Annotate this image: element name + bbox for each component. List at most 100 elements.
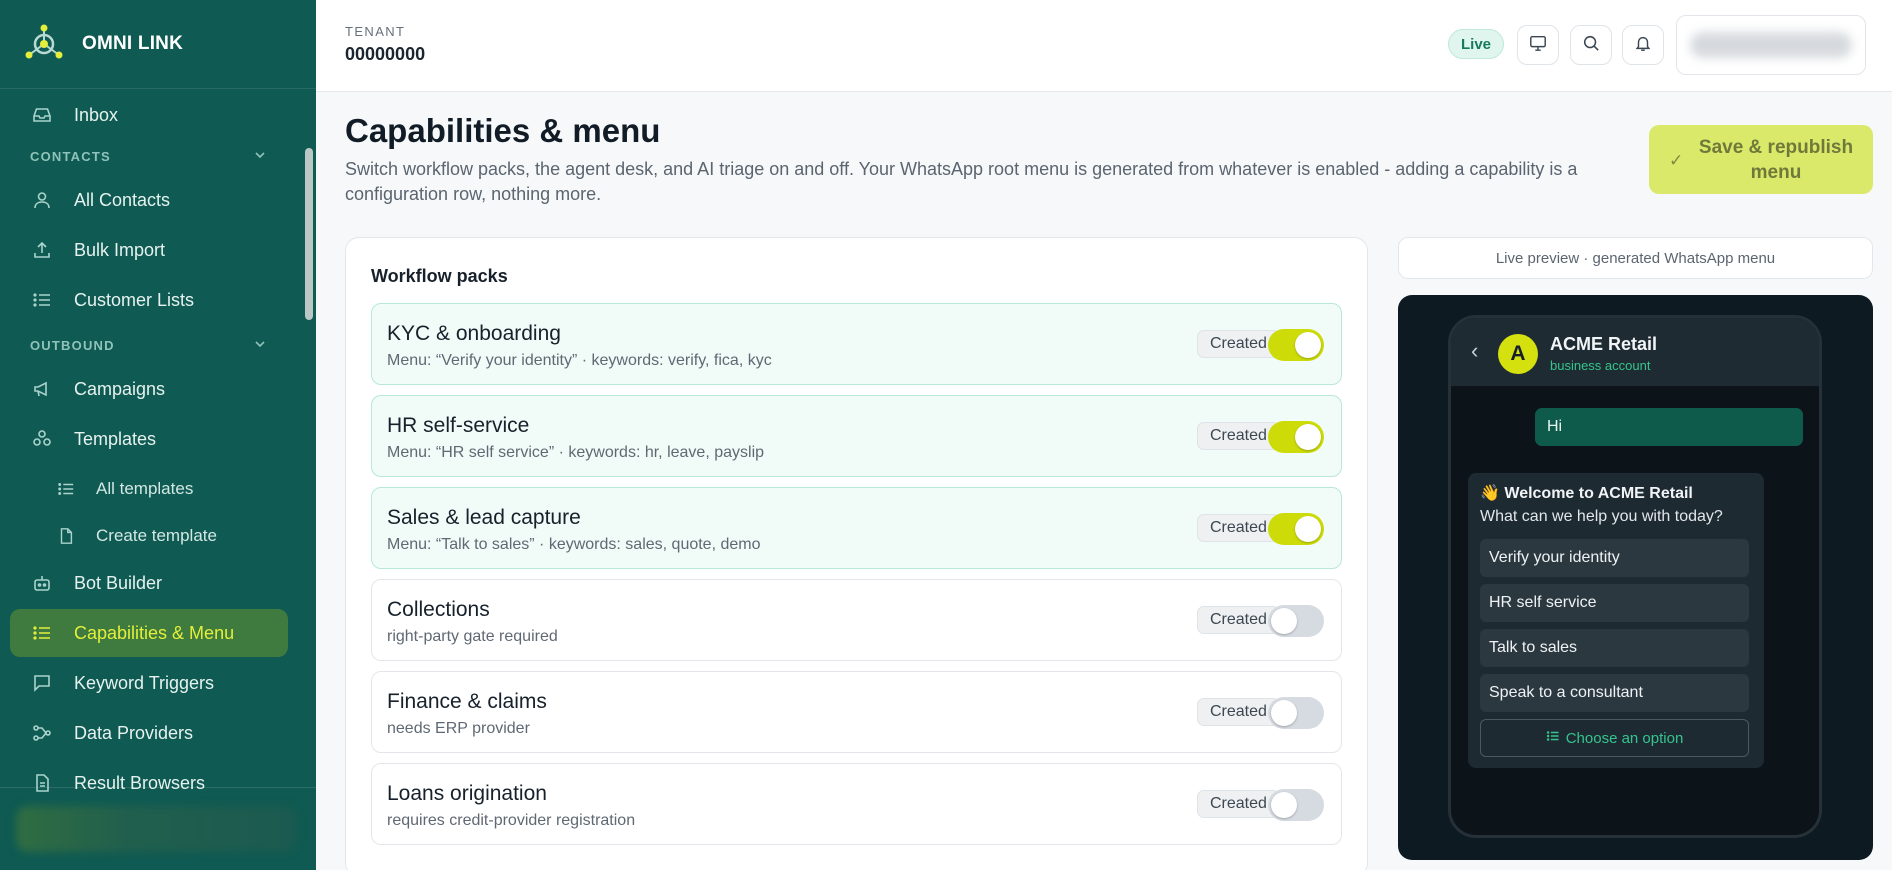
sidebar-item-data-providers[interactable]: Data Providers xyxy=(10,709,288,757)
workflow-packs-panel: Workflow packs KYC & onboarding Menu: “V… xyxy=(345,237,1368,870)
user-icon xyxy=(30,188,54,212)
sidebar-item-label: Customer Lists xyxy=(74,289,195,310)
save-republish-button[interactable]: ✓ Save & republish menu xyxy=(1649,125,1873,194)
section-label: CONTACTS xyxy=(30,148,111,164)
sidebar-item-customer-lists[interactable]: Customer Lists xyxy=(10,276,288,324)
sidebar-item-all-templates[interactable]: All templates xyxy=(40,465,288,513)
sidebar-item-all-contacts[interactable]: All Contacts xyxy=(10,176,288,224)
section-outbound[interactable]: OUTBOUND xyxy=(30,333,266,357)
user-menu[interactable] xyxy=(1676,15,1866,75)
pack-description: Menu: “Talk to sales” · keywords: sales,… xyxy=(387,536,761,553)
panel-title: Workflow packs xyxy=(371,266,508,286)
live-status-badge: Live xyxy=(1448,29,1505,59)
choose-option-label: Choose an option xyxy=(1565,729,1684,747)
page-description: Switch workflow packs, the agent desk, a… xyxy=(345,159,1578,204)
pack-description: Menu: “HR self service” · keywords: hr, … xyxy=(387,444,765,461)
sidebar-nav: Inbox CONTACTS All Contacts Bulk Import … xyxy=(0,89,316,793)
toggle-knob xyxy=(1271,700,1297,726)
choose-option-button[interactable]: Choose an option xyxy=(1480,719,1749,757)
list-icon xyxy=(54,477,78,501)
notifications-button[interactable] xyxy=(1622,25,1664,65)
section-contacts[interactable]: CONTACTS xyxy=(30,144,266,168)
pack-toggle[interactable] xyxy=(1268,329,1324,361)
pack-name: Loans origination xyxy=(387,782,547,805)
blurred-user-name xyxy=(1690,32,1852,58)
monitor-icon xyxy=(1529,34,1547,57)
menu-option[interactable]: Speak to a consultant xyxy=(1480,674,1749,712)
chevron-down-icon xyxy=(254,149,266,164)
phone-mockup: ‹ A ACME Retail business account Hi 👋 We… xyxy=(1448,315,1822,838)
toggle-knob xyxy=(1295,516,1321,542)
menu-option[interactable]: HR self service xyxy=(1480,584,1749,622)
sidebar-item-label: Bulk Import xyxy=(74,239,166,260)
sidebar-scrollbar[interactable] xyxy=(305,148,313,320)
inbox-icon xyxy=(30,103,54,127)
sidebar-item-inbox[interactable]: Inbox xyxy=(10,91,288,139)
sidebar-item-label: Bot Builder xyxy=(74,572,163,593)
live-preview-label: Live preview · generated WhatsApp menu xyxy=(1398,237,1873,279)
file-plus-icon xyxy=(54,524,78,548)
sidebar-item-bot-builder[interactable]: Bot Builder xyxy=(10,559,288,607)
check-icon: ✓ xyxy=(1669,151,1684,170)
sidebar-item-label: Data Providers xyxy=(74,722,194,743)
sidebar-item-campaigns[interactable]: Campaigns xyxy=(10,365,288,413)
section-label: OUTBOUND xyxy=(30,337,115,353)
templates-icon xyxy=(30,427,54,451)
menu-option[interactable]: Verify your identity xyxy=(1480,539,1749,577)
toggle-knob xyxy=(1295,424,1321,450)
top-header: TENANT 00000000 Live xyxy=(316,0,1892,92)
chat-header: ‹ A ACME Retail business account xyxy=(1451,318,1819,386)
upload-icon xyxy=(30,238,54,262)
sidebar-item-label: Keyword Triggers xyxy=(74,672,215,693)
outgoing-message: Hi xyxy=(1535,408,1803,446)
sidebar-item-keyword-triggers[interactable]: Keyword Triggers xyxy=(10,659,288,707)
welcome-text: Welcome to ACME Retail xyxy=(1504,485,1693,502)
sidebar-item-create-template[interactable]: Create template xyxy=(40,512,288,560)
wave-icon: 👋 xyxy=(1480,485,1500,502)
monitor-button[interactable] xyxy=(1517,25,1559,65)
list-icon xyxy=(30,621,54,645)
sidebar: OMNI LINK Inbox CONTACTS All Contacts Bu… xyxy=(0,0,316,870)
pack-toggle[interactable] xyxy=(1268,421,1324,453)
pack-name: KYC & onboarding xyxy=(387,322,561,345)
brand-name: OMNI LINK xyxy=(82,33,184,54)
list-icon xyxy=(1546,729,1560,747)
chevron-down-icon xyxy=(254,338,266,353)
sidebar-item-label: Campaigns xyxy=(74,378,166,399)
pack-row: Sales & lead capture Menu: “Talk to sale… xyxy=(371,487,1342,569)
pack-row: Finance & claims needs ERP provider Crea… xyxy=(371,671,1342,753)
avatar: A xyxy=(1498,334,1538,374)
sidebar-item-bulk-import[interactable]: Bulk Import xyxy=(10,226,288,274)
workflow-icon xyxy=(30,721,54,745)
pack-toggle[interactable] xyxy=(1268,697,1324,729)
bot-icon xyxy=(30,571,54,595)
search-icon xyxy=(1582,34,1600,57)
sidebar-item-label: All Contacts xyxy=(74,189,171,210)
megaphone-icon xyxy=(30,377,54,401)
user-profile[interactable] xyxy=(0,787,316,870)
pack-toggle[interactable] xyxy=(1268,789,1324,821)
back-arrow-icon[interactable]: ‹ xyxy=(1471,338,1478,364)
sidebar-item-templates[interactable]: Templates xyxy=(10,415,288,463)
bell-icon xyxy=(1634,34,1652,57)
sidebar-item-label: Create template xyxy=(96,526,217,545)
incoming-menu-message: 👋 Welcome to ACME Retail What can we hel… xyxy=(1468,473,1764,768)
pack-toggle[interactable] xyxy=(1268,605,1324,637)
message-square-icon xyxy=(30,671,54,695)
pack-description: requires credit-provider registration xyxy=(387,812,636,829)
toggle-knob xyxy=(1271,608,1297,634)
toggle-knob xyxy=(1295,332,1321,358)
welcome-line: 👋 Welcome to ACME Retail xyxy=(1480,483,1693,503)
brand[interactable]: OMNI LINK xyxy=(0,0,316,89)
sidebar-item-label: Inbox xyxy=(74,104,119,125)
menu-option[interactable]: Talk to sales xyxy=(1480,629,1749,667)
pack-row: Collections right-party gate required Cr… xyxy=(371,579,1342,661)
pack-toggle[interactable] xyxy=(1268,513,1324,545)
sidebar-item-capabilities-menu[interactable]: Capabilities & Menu xyxy=(10,609,288,657)
welcome-question: What can we help you with today? xyxy=(1480,508,1723,525)
search-button[interactable] xyxy=(1570,25,1612,65)
pack-description: needs ERP provider xyxy=(387,720,530,737)
omni-link-logo-icon xyxy=(22,22,66,66)
toggle-knob xyxy=(1271,792,1297,818)
list-icon xyxy=(30,288,54,312)
